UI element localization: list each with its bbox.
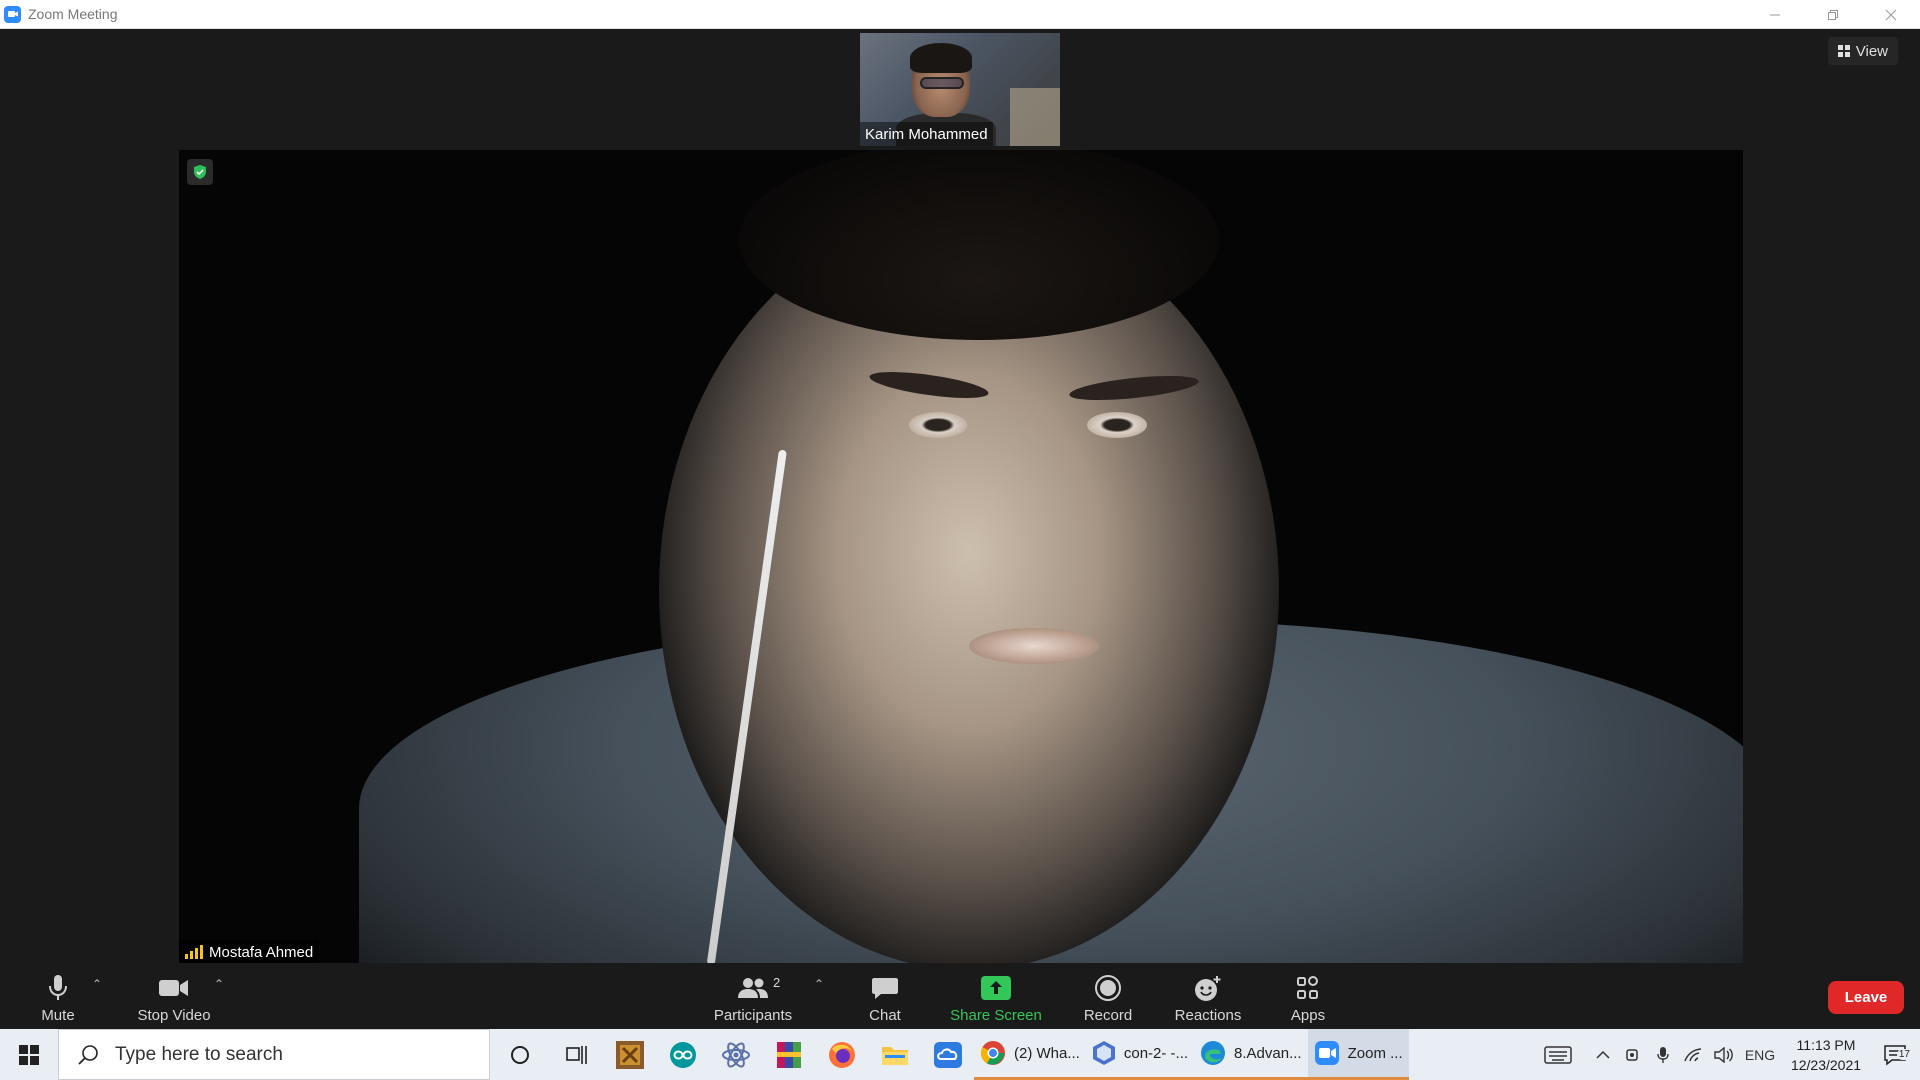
search-icon — [78, 1044, 98, 1065]
audio-options-caret-icon[interactable]: ⌃ — [92, 977, 102, 991]
leave-button[interactable]: Leave — [1828, 981, 1904, 1014]
microphone-icon — [47, 973, 69, 1003]
zoom-icon — [1314, 1041, 1339, 1065]
network-button[interactable] — [1678, 1047, 1708, 1063]
participant-thumbnail[interactable]: Karim Mohammed — [860, 33, 1060, 146]
search-placeholder: Type here to search — [115, 1043, 283, 1065]
notification-count: 17 — [1896, 1048, 1912, 1060]
video-camera-icon — [158, 973, 190, 1003]
mute-button[interactable]: Mute — [34, 963, 82, 1029]
dosbox-icon — [615, 1040, 644, 1069]
taskbar-search-box[interactable]: Type here to search — [58, 1029, 490, 1080]
task-view-icon — [565, 1045, 587, 1064]
taskbar-app-edge[interactable]: 8.Advan... — [1194, 1029, 1308, 1080]
system-tray: ENG 11:13 PM 12/23/2021 17 — [1536, 1029, 1920, 1080]
main-video[interactable]: Mostafa Ahmed — [179, 150, 1743, 964]
zoom-app-icon — [4, 5, 21, 23]
firefox-icon — [828, 1041, 855, 1068]
winrar-icon — [776, 1041, 801, 1068]
meeting-area: Karim Mohammed View Mostafa Ahmed — [0, 29, 1920, 964]
start-button[interactable] — [0, 1029, 58, 1080]
windows-logo-icon — [19, 1044, 39, 1065]
virtualbox-icon — [1092, 1041, 1115, 1065]
chat-bubble-icon — [871, 973, 899, 1003]
taskbar-app-zoom[interactable]: Zoom ... — [1307, 1029, 1409, 1080]
restore-button[interactable] — [1804, 0, 1862, 29]
taskbar-dosbox[interactable] — [603, 1029, 656, 1080]
clock[interactable]: 11:13 PM 12/23/2021 — [1782, 1035, 1870, 1075]
speaker-name-label: Mostafa Ahmed — [179, 940, 320, 964]
camera-in-use-indicator[interactable] — [1618, 1047, 1648, 1063]
taskbar-firefox[interactable] — [815, 1029, 868, 1080]
taskbar-file-explorer[interactable] — [868, 1029, 921, 1080]
wifi-icon — [1684, 1047, 1702, 1061]
clock-date: 12/23/2021 — [1790, 1056, 1862, 1073]
cloud-app-icon — [933, 1041, 962, 1068]
record-icon — [1094, 973, 1122, 1003]
taskbar-winrar[interactable] — [762, 1029, 815, 1080]
task-view-button[interactable] — [550, 1029, 603, 1080]
taskbar-app-virtualbox[interactable]: con-2- -... — [1085, 1029, 1195, 1080]
title-bar: Zoom Meeting — [0, 0, 1920, 29]
cortana-icon — [511, 1045, 529, 1064]
window-title: Zoom Meeting — [28, 6, 118, 22]
speaker-name: Mostafa Ahmed — [209, 943, 314, 961]
close-button[interactable] — [1862, 0, 1920, 29]
view-button[interactable]: View — [1827, 37, 1898, 65]
minimize-icon — [1770, 14, 1780, 15]
clock-time: 11:13 PM — [1796, 1036, 1856, 1053]
show-hidden-icons-button[interactable] — [1588, 1050, 1618, 1060]
participants-options-caret-icon[interactable]: ⌃ — [814, 977, 824, 991]
grid-icon — [1837, 45, 1850, 57]
input-language[interactable]: ENG — [1738, 1047, 1782, 1063]
video-options-caret-icon[interactable]: ⌃ — [214, 977, 224, 991]
minimize-button[interactable] — [1746, 0, 1804, 29]
keyboard-icon — [1544, 1045, 1572, 1064]
chat-button[interactable]: Chat — [862, 963, 908, 1029]
folder-icon — [881, 1046, 908, 1065]
record-button[interactable]: Record — [1080, 963, 1136, 1029]
speaker-icon — [1714, 1046, 1733, 1063]
share-screen-icon — [980, 973, 1012, 1003]
meeting-controls: Mute ⌃ Stop Video ⌃ Participants 2 ⌃ Cha… — [0, 963, 1920, 1029]
taskbar-arduino[interactable] — [656, 1029, 709, 1080]
atom-app-icon — [721, 1041, 750, 1068]
arduino-icon — [669, 1041, 696, 1068]
share-screen-button[interactable]: Share Screen — [946, 963, 1046, 1029]
stop-video-button[interactable]: Stop Video — [132, 963, 216, 1029]
volume-button[interactable] — [1708, 1046, 1738, 1063]
taskbar-atom[interactable] — [709, 1029, 762, 1080]
signal-strength-icon — [185, 945, 203, 959]
participants-icon — [737, 973, 769, 1003]
cortana-button[interactable] — [490, 1029, 550, 1080]
taskbar-app-chrome[interactable]: (2) Wha... — [974, 1029, 1086, 1080]
participants-count: 2 — [773, 975, 781, 990]
chrome-icon — [980, 1041, 1005, 1065]
microphone-in-use-indicator[interactable] — [1648, 1046, 1678, 1064]
action-center-button[interactable]: 17 — [1870, 1044, 1920, 1066]
apps-button[interactable]: Apps — [1284, 963, 1332, 1029]
thumbnail-participant-name: Karim Mohammed — [860, 122, 993, 146]
view-button-label: View — [1855, 42, 1888, 60]
taskbar-cloud-app[interactable] — [921, 1029, 974, 1080]
edge-icon — [1201, 1041, 1226, 1065]
window-controls — [1746, 0, 1920, 29]
smiley-plus-icon — [1193, 973, 1223, 1003]
camera-icon — [1626, 1048, 1638, 1061]
apps-icon — [1295, 973, 1321, 1003]
encryption-shield-icon[interactable] — [187, 159, 213, 185]
participants-button[interactable]: Participants — [710, 963, 796, 1029]
close-icon — [1885, 9, 1897, 20]
tray-microphone-icon — [1657, 1046, 1669, 1063]
touch-keyboard-button[interactable] — [1536, 1045, 1580, 1064]
restore-icon — [1828, 9, 1838, 20]
windows-taskbar: Type here to search (2) Wha... con-2- -.… — [0, 1029, 1920, 1080]
chevron-up-icon — [1596, 1050, 1610, 1059]
reactions-button[interactable]: Reactions — [1170, 963, 1246, 1029]
